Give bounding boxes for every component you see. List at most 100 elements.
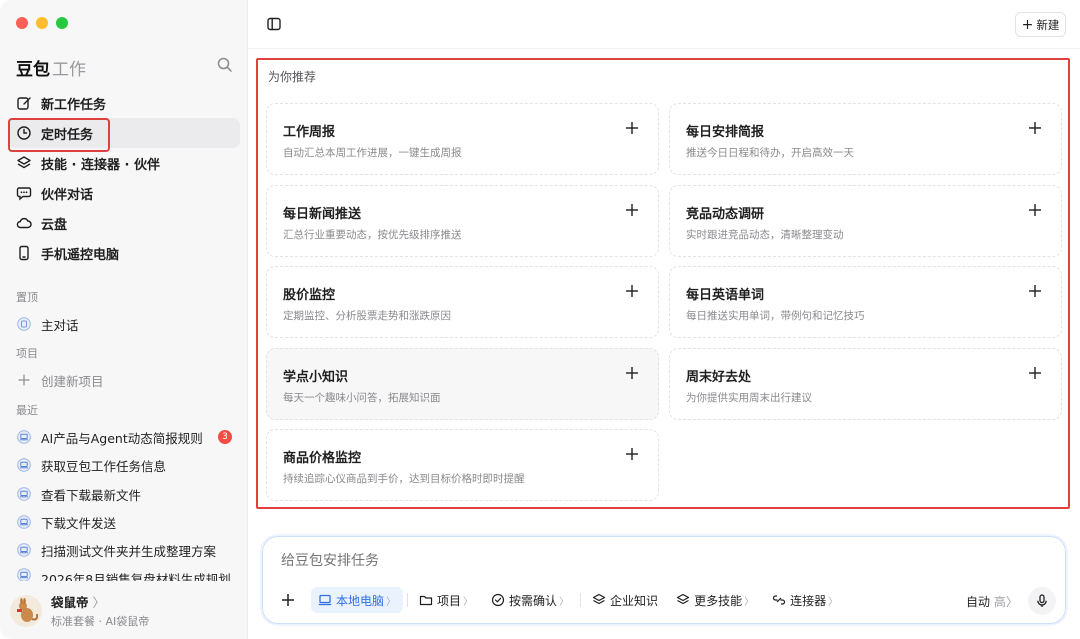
- add-icon[interactable]: [1027, 120, 1043, 136]
- sidebar-item-partner-chat[interactable]: 伙伴对话: [8, 178, 240, 208]
- task-card-stock-monitor[interactable]: 股价监控 定期监控、分析股票走势和涨跌原因: [266, 266, 659, 338]
- tool-label: 连接器: [790, 593, 827, 608]
- recent-item[interactable]: 获取豆包工作任务信息: [16, 454, 240, 476]
- recent-item[interactable]: AI产品与Agent动态简报规则 3: [16, 426, 240, 448]
- app-window: 豆包 工作 新工作任务 定时任务 技能 · 连接器 · 伙伴 伙伴对话 云盘 手…: [0, 0, 1080, 639]
- sidebar-item-label: 新工作任务: [41, 97, 107, 113]
- cloud-icon: [16, 215, 32, 231]
- sidebar-item-new-task[interactable]: 新工作任务: [8, 88, 240, 118]
- sidebar-item-label: 定时任务: [41, 127, 94, 143]
- sidebar-nav: 新工作任务 定时任务 技能 · 连接器 · 伙伴 伙伴对话 云盘 手机遥控电脑: [8, 88, 240, 268]
- list-item-label: 2026年8月销售复盘材料生成规划: [41, 572, 231, 581]
- task-card-competitor-research[interactable]: 竞品动态调研 实时跟进竞品动态，清晰整理变动: [669, 185, 1062, 257]
- card-desc: 定期监控、分析股票走势和涨跌原因: [283, 310, 451, 322]
- card-title: 学点小知识: [283, 370, 349, 385]
- add-icon[interactable]: [624, 202, 640, 218]
- stack-icon: [592, 593, 606, 607]
- tool-label: 按需确认: [509, 593, 558, 608]
- chat-icon: [16, 185, 32, 201]
- chevron-right-icon: 〉: [744, 596, 755, 608]
- task-card-weekly-report[interactable]: 工作周报 自动汇总本周工作进展，一键生成周报: [266, 103, 659, 175]
- recent-item[interactable]: 2026年8月销售复盘材料生成规划: [16, 567, 240, 581]
- zoom-window-button[interactable]: [56, 17, 68, 29]
- microphone-button[interactable]: [1028, 587, 1056, 615]
- add-icon[interactable]: [624, 283, 640, 299]
- confirm-mode-button[interactable]: 按需确认〉: [484, 587, 576, 613]
- tool-label: 项目: [437, 593, 462, 608]
- project-button[interactable]: 项目〉: [412, 587, 480, 613]
- add-icon[interactable]: [1027, 365, 1043, 381]
- window-controls: [16, 17, 68, 29]
- toolbar-divider: [407, 593, 409, 607]
- recent-item[interactable]: 扫描测试文件夹并生成整理方案: [16, 539, 240, 561]
- app-brand: 豆包 工作: [16, 55, 86, 80]
- chevron-right-icon: 〉: [88, 595, 105, 610]
- sidebar: 豆包 工作 新工作任务 定时任务 技能 · 连接器 · 伙伴 伙伴对话 云盘 手…: [0, 0, 248, 639]
- list-item-label: AI产品与Agent动态简报规则: [41, 430, 203, 446]
- level-label: 高: [993, 595, 1006, 609]
- add-icon[interactable]: [624, 365, 640, 381]
- enterprise-knowledge-button[interactable]: 企业知识: [585, 587, 665, 613]
- auto-level-selector[interactable]: 自动 高〉: [966, 593, 1018, 610]
- sidebar-item-cloud-drive[interactable]: 云盘: [8, 208, 240, 238]
- more-skills-button[interactable]: 更多技能〉: [669, 587, 761, 613]
- search-icon[interactable]: [216, 56, 234, 74]
- task-card-daily-briefing[interactable]: 每日安排简报 推送今日日程和待办，开启高效一天: [669, 103, 1062, 175]
- card-title: 股价监控: [283, 288, 336, 303]
- laptop-icon: [16, 457, 32, 473]
- card-title: 每日安排简报: [686, 125, 765, 140]
- task-card-price-monitor[interactable]: 商品价格监控 持续追踪心仪商品到手价，达到目标价格时即时提醒: [266, 429, 659, 501]
- sidebar-item-label: 伙伴对话: [41, 187, 94, 203]
- card-title: 商品价格监控: [283, 451, 362, 466]
- card-desc: 持续追踪心仪商品到手价，达到目标价格时即时提醒: [283, 473, 525, 485]
- card-title: 工作周报: [283, 125, 336, 140]
- add-icon[interactable]: [624, 120, 640, 136]
- attach-button[interactable]: [275, 587, 301, 613]
- task-input[interactable]: [281, 553, 881, 569]
- sidebar-toggle-icon[interactable]: [266, 16, 282, 32]
- add-icon[interactable]: [1027, 202, 1043, 218]
- add-icon[interactable]: [624, 446, 640, 462]
- sidebar-item-label: 手机遥控电脑: [41, 247, 120, 263]
- recent-item[interactable]: 查看下载最新文件: [16, 483, 240, 505]
- create-project-button[interactable]: 创建新项目: [16, 369, 240, 391]
- pinned-item-main-chat[interactable]: 主对话: [16, 313, 240, 335]
- recent-item[interactable]: 下载文件发送: [16, 511, 240, 533]
- composer-toolbar: 本地电脑〉 项目〉 按需确认〉 企业知识 更多技能〉 连接器〉: [275, 587, 849, 613]
- user-name: 袋鼠帝 〉: [51, 592, 149, 611]
- chat-bubble-icon: [16, 316, 32, 332]
- task-card-trivia[interactable]: 学点小知识 每天一个趣味小问答，拓展知识面: [266, 348, 659, 420]
- list-item-label: 查看下载最新文件: [41, 487, 142, 503]
- local-computer-button[interactable]: 本地电脑〉: [311, 587, 404, 613]
- chevron-right-icon: 〉: [559, 596, 570, 608]
- check-circle-icon: [491, 593, 505, 607]
- task-card-weekend-outing[interactable]: 周末好去处 为你提供实用周末出行建议: [669, 348, 1062, 420]
- connectors-button[interactable]: 连接器〉: [765, 587, 845, 613]
- toolbar-divider: [580, 593, 582, 607]
- laptop-icon: [16, 429, 32, 445]
- list-item-label: 主对话: [41, 317, 79, 333]
- add-icon[interactable]: [1027, 283, 1043, 299]
- sidebar-item-phone-remote[interactable]: 手机遥控电脑: [8, 238, 240, 268]
- new-button[interactable]: + 新建: [1015, 12, 1066, 37]
- new-button-label: 新建: [1036, 17, 1060, 32]
- tool-label: 本地电脑: [336, 593, 385, 608]
- chevron-right-icon: 〉: [1005, 595, 1018, 609]
- task-card-english-words[interactable]: 每日英语单词 每日推送实用单词，带例句和记忆技巧: [669, 266, 1062, 338]
- sidebar-item-scheduled-tasks[interactable]: 定时任务: [8, 118, 240, 152]
- task-card-daily-news[interactable]: 每日新闻推送 汇总行业重要动态，按优先级排序推送: [266, 185, 659, 257]
- card-title: 竞品动态调研: [686, 207, 765, 222]
- phone-icon: [16, 245, 32, 261]
- user-name-text: 袋鼠帝: [51, 595, 89, 610]
- user-profile[interactable]: 袋鼠帝 〉 标准套餐 · AI袋鼠帝: [10, 592, 149, 629]
- laptop-icon: [16, 567, 32, 581]
- card-desc: 每天一个趣味小问答，拓展知识面: [283, 392, 441, 404]
- brand-sub: 工作: [52, 60, 86, 80]
- sidebar-item-skills[interactable]: 技能 · 连接器 · 伙伴: [8, 148, 240, 178]
- minimize-window-button[interactable]: [36, 17, 48, 29]
- close-window-button[interactable]: [16, 17, 28, 29]
- user-plan: 标准套餐 · AI袋鼠帝: [51, 615, 150, 628]
- laptop-icon: [16, 542, 32, 558]
- user-info: 袋鼠帝 〉 标准套餐 · AI袋鼠帝: [51, 592, 149, 629]
- card-desc: 每日推送实用单词，带例句和记忆技巧: [686, 310, 865, 322]
